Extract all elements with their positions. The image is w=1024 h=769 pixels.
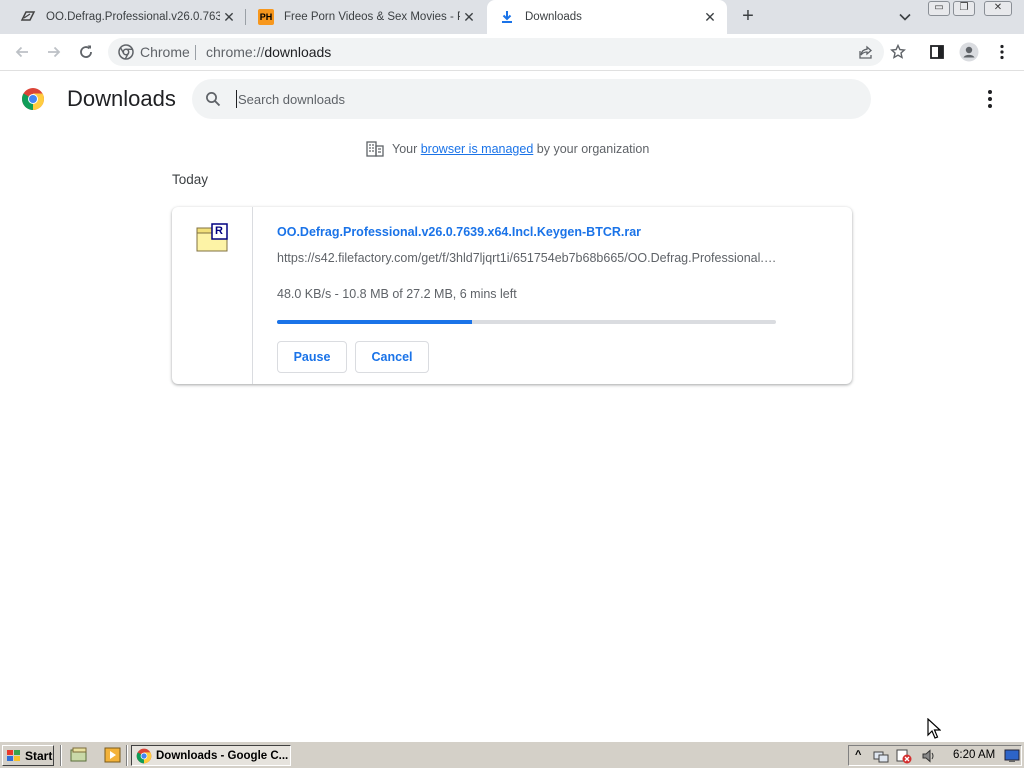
- download-file-name-link[interactable]: OO.Defrag.Professional.v26.0.7639.x64.In…: [277, 225, 641, 239]
- omnibox-url: chrome://downloads: [206, 44, 331, 60]
- network-icon[interactable]: [873, 748, 889, 764]
- security-alert-icon[interactable]: [896, 748, 912, 764]
- start-label: Start: [25, 748, 53, 763]
- download-progress-fill: [277, 320, 472, 324]
- taskbar-divider: [60, 745, 62, 766]
- close-window-button[interactable]: ✕: [984, 1, 1012, 16]
- downloads-header: Downloads: [0, 71, 1024, 127]
- omnibox-separator: [195, 45, 196, 60]
- show-desktop-icon[interactable]: [70, 747, 88, 763]
- browser-managed-link[interactable]: browser is managed: [421, 142, 534, 156]
- tab-title: OO.Defrag.Professional.v26.0.7639.x64.In…: [46, 11, 220, 23]
- side-panel-icon[interactable]: [927, 42, 947, 62]
- url-host: downloads: [264, 44, 332, 60]
- search-box[interactable]: [192, 79, 871, 119]
- address-bar[interactable]: Chrome chrome://downloads: [108, 38, 884, 66]
- volume-icon[interactable]: [921, 748, 937, 764]
- taskbar-divider: [126, 745, 128, 766]
- back-arrow-icon[interactable]: [12, 42, 32, 62]
- managed-notice: Your browser is managed by your organiza…: [366, 140, 649, 158]
- taskbar: Start Downloads - Google C... ^ 6:20 AM: [0, 741, 1024, 768]
- chrome-icon: [118, 44, 134, 60]
- page-title: Downloads: [67, 86, 176, 111]
- system-tray: ^ 6:20 AM: [848, 745, 1022, 766]
- download-item-icon-column: R: [172, 207, 253, 384]
- taskbar-chrome-button[interactable]: Downloads - Google C...: [131, 745, 291, 766]
- browser-menu-icon[interactable]: [992, 42, 1012, 62]
- defrag-icon: [20, 9, 36, 25]
- ph-icon: PH: [258, 9, 274, 25]
- url-scheme: chrome://: [206, 44, 265, 60]
- clock-time: 6:20 AM: [953, 749, 996, 761]
- search-downloads-input[interactable]: [236, 90, 836, 108]
- windows-flag-icon: [6, 749, 22, 763]
- tab-porn-site[interactable]: PH Free Porn Videos & Sex Movies - Porn …: [247, 0, 486, 34]
- pause-button[interactable]: Pause: [277, 341, 347, 373]
- tab-strip: OO.Defrag.Professional.v26.0.7639.x64.In…: [0, 0, 1024, 34]
- restore-button[interactable]: ❐: [953, 1, 975, 16]
- profile-avatar-icon[interactable]: [959, 42, 979, 62]
- close-tab-icon[interactable]: ✕: [703, 10, 717, 24]
- cancel-button[interactable]: Cancel: [355, 341, 429, 373]
- bookmark-star-icon[interactable]: [888, 42, 908, 62]
- rar-file-letter: R: [215, 225, 223, 237]
- download-item-card: R OO.Defrag.Professional.v26.0.7639.x64.…: [172, 207, 852, 384]
- mouse-pointer-icon: [927, 717, 942, 740]
- browser-toolbar: Chrome chrome://downloads: [0, 34, 1024, 71]
- start-button[interactable]: Start: [2, 745, 54, 766]
- forward-arrow-icon[interactable]: [44, 42, 64, 62]
- managed-text-prefix: Your: [392, 142, 421, 156]
- tab-search-chevron-icon[interactable]: [897, 9, 913, 25]
- download-status-text: 48.0 KB/s - 10.8 MB of 27.2 MB, 6 mins l…: [277, 287, 517, 301]
- minimize-button[interactable]: ▭: [928, 1, 950, 16]
- new-tab-button[interactable]: +: [738, 6, 758, 26]
- date-section-heading: Today: [172, 172, 209, 187]
- browser-window: OO.Defrag.Professional.v26.0.7639.x64.In…: [0, 0, 1024, 741]
- tray-expand-icon[interactable]: ^: [855, 749, 861, 761]
- chrome-logo-icon: [21, 87, 45, 111]
- share-icon[interactable]: [856, 42, 876, 62]
- chrome-icon: [136, 748, 152, 764]
- tab-title: Free Porn Videos & Sex Movies - Porn: [284, 11, 460, 23]
- tab-defrag[interactable]: OO.Defrag.Professional.v26.0.7639.x64.In…: [0, 0, 246, 34]
- close-tab-icon[interactable]: ✕: [222, 10, 236, 24]
- building-icon: [366, 141, 384, 157]
- omnibox-chrome-label: Chrome: [140, 44, 190, 60]
- downloads-menu-icon[interactable]: [980, 88, 1000, 110]
- search-icon: [205, 91, 221, 107]
- managed-text-suffix: by your organization: [533, 142, 650, 156]
- download-progress-bar: [277, 320, 776, 324]
- download-icon: [499, 9, 515, 25]
- media-player-icon[interactable]: [104, 747, 122, 763]
- taskbar-task-label: Downloads - Google C...: [156, 749, 289, 762]
- close-tab-icon[interactable]: ✕: [462, 10, 476, 24]
- tab-title: Downloads: [525, 11, 582, 23]
- tab-separator: [245, 9, 246, 25]
- desktop-icon[interactable]: [1004, 748, 1020, 764]
- reload-icon[interactable]: [76, 42, 96, 62]
- tab-downloads[interactable]: Downloads ✕: [487, 0, 727, 34]
- rar-file-icon: R: [196, 223, 230, 253]
- download-source-url[interactable]: https://s42.filefactory.com/get/f/3hld7l…: [277, 251, 777, 265]
